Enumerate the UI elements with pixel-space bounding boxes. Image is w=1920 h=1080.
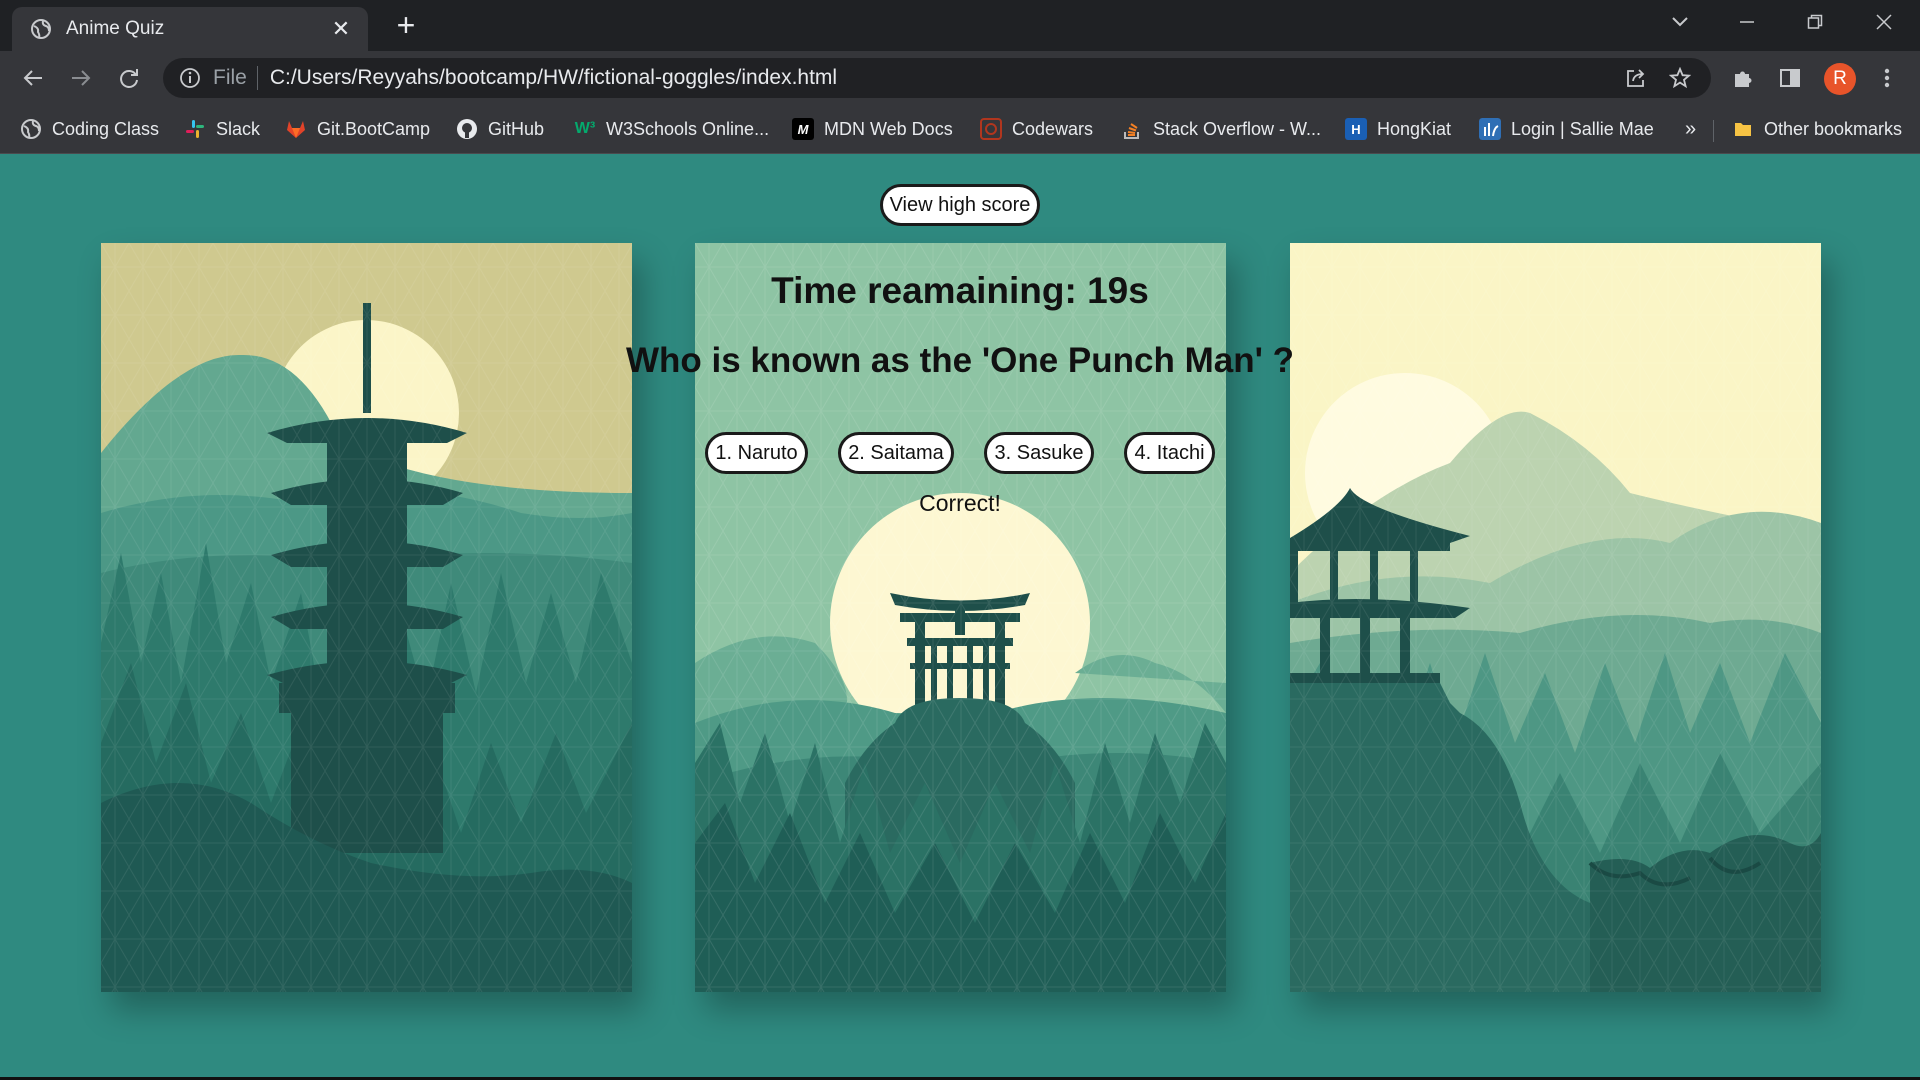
slack-icon (186, 120, 204, 138)
torii-gate-illustration (695, 243, 1226, 992)
bookmark-label: Git.BootCamp (317, 118, 431, 139)
bookmark-other[interactable]: Other bookmarks (1732, 114, 1902, 144)
forward-arrow-icon[interactable] (66, 63, 96, 93)
globe-icon (21, 119, 41, 139)
bookmark-hongkiat[interactable]: H HongKiat (1345, 114, 1451, 144)
bookmark-github[interactable]: GitHub (456, 114, 544, 144)
bookmark-label: Stack Overflow - W... (1153, 118, 1322, 139)
omnibox-divider (256, 66, 258, 90)
close-window-button[interactable] (1864, 8, 1904, 36)
view-high-score-button[interactable]: View high score (880, 184, 1040, 226)
mdn-icon: M (792, 118, 814, 140)
menu-kebab-icon[interactable] (1873, 64, 1901, 92)
bookmark-coding-class[interactable]: Coding Class (20, 114, 159, 144)
restore-button[interactable] (1795, 8, 1835, 36)
bookmark-gitbootcamp[interactable]: Git.BootCamp (285, 114, 430, 144)
hongkiat-icon: H (1345, 118, 1367, 140)
browser-tab[interactable]: Anime Quiz ✕ (12, 7, 368, 51)
answer-button-3[interactable]: 3. Sasuke (984, 432, 1094, 474)
address-bar[interactable]: File C:/Users/Reyyahs/bootcamp/HW/fictio… (163, 58, 1711, 98)
bookmark-label: W3Schools Online... (606, 118, 770, 139)
answer-button-2[interactable]: 2. Saitama (838, 432, 954, 474)
temple-cliff-illustration (1290, 243, 1821, 992)
profile-avatar[interactable]: R (1824, 63, 1856, 95)
answer-button-1[interactable]: 1. Naruto (705, 432, 808, 474)
bookmark-label: GitHub (488, 118, 545, 139)
bookmark-label: MDN Web Docs (824, 118, 953, 139)
bookmark-mdn[interactable]: M MDN Web Docs (792, 114, 953, 144)
gitlab-icon (287, 121, 305, 138)
salliemae-icon (1479, 118, 1501, 140)
page-body: View high score Time reamaining: 19s Who… (0, 155, 1920, 1080)
codewars-icon (980, 118, 1002, 140)
bookmark-codewars[interactable]: Codewars (980, 114, 1093, 144)
browser-toolbar: File C:/Users/Reyyahs/bootcamp/HW/fictio… (0, 51, 1920, 104)
w3schools-icon: W³ (574, 120, 596, 137)
reload-icon[interactable] (114, 63, 144, 93)
tab-title: Anime Quiz (66, 18, 165, 39)
tab-search-icon[interactable] (1660, 8, 1700, 36)
github-icon (457, 119, 477, 139)
pagoda-landscape-illustration (101, 243, 632, 992)
bookmark-label: Slack (216, 118, 261, 139)
share-icon[interactable] (1623, 65, 1649, 91)
bookmark-label: Codewars (1012, 118, 1094, 139)
tab-strip: Anime Quiz ✕ + (0, 0, 1920, 51)
bookmarks-bar: Coding Class Slack Git.BootCamp GitHub W… (0, 104, 1920, 154)
bookmark-salliemae[interactable]: Login | Sallie Mae (1479, 114, 1654, 144)
folder-icon (1735, 123, 1751, 136)
bookmark-label: Other bookmarks (1764, 118, 1903, 139)
info-icon[interactable] (179, 67, 201, 89)
answer-button-4[interactable]: 4. Itachi (1124, 432, 1215, 474)
minimize-button[interactable] (1727, 8, 1767, 36)
new-tab-button[interactable]: + (390, 9, 422, 42)
url-scheme-label: File (213, 66, 247, 89)
bookmarks-divider (1713, 120, 1714, 142)
close-tab-icon[interactable]: ✕ (328, 16, 354, 42)
globe-icon (31, 19, 51, 39)
bookmark-stackoverflow[interactable]: Stack Overflow - W... (1121, 114, 1321, 144)
back-arrow-icon[interactable] (18, 63, 48, 93)
stackoverflow-icon (1124, 123, 1139, 139)
bookmark-label: HongKiat (1377, 118, 1452, 139)
side-panel-icon[interactable] (1776, 64, 1804, 92)
bookmark-star-icon[interactable] (1667, 65, 1693, 91)
url-text[interactable]: C:/Users/Reyyahs/bootcamp/HW/fictional-g… (270, 66, 1623, 90)
bookmark-w3schools[interactable]: W³ W3Schools Online... (574, 114, 769, 144)
bookmark-label: Login | Sallie Mae (1511, 118, 1654, 139)
extensions-puzzle-icon[interactable] (1729, 64, 1757, 92)
bookmarks-overflow-chevron[interactable]: » (1685, 114, 1696, 144)
bookmark-label: Coding Class (52, 118, 160, 139)
bookmark-slack[interactable]: Slack (184, 114, 260, 144)
